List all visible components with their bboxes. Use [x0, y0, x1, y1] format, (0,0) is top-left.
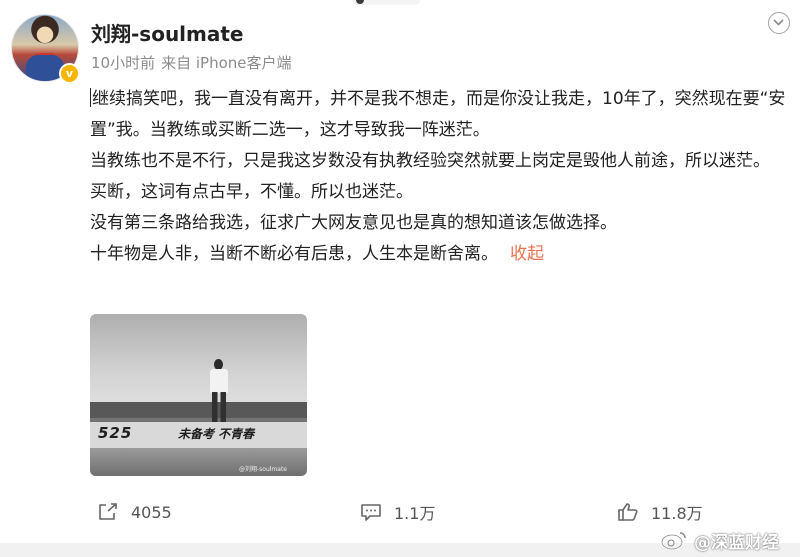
post-source: 来自 iPhone客户端 — [161, 54, 292, 72]
post-text: 继续搞笑吧，我一直没有离开，并不是我不想走，而是你没让我走，10年了，突然现在要… — [90, 84, 790, 270]
post-paragraph: 买断，这词有点古早，不懂。所以也迷茫。 — [90, 182, 413, 202]
post-time[interactable]: 10小时前 — [91, 54, 155, 72]
post-paragraph: 继续搞笑吧，我一直没有离开，并不是我不想走，而是你没让我走，10年了，突然现在要… — [90, 84, 790, 146]
graffiti-text: 未备考 不青春 — [178, 427, 255, 441]
post-paragraph: 没有第三条路给我选，征求广大网友意见也是真的想知道该怎做选择。 — [90, 213, 617, 233]
post-meta: 10小时前 来自 iPhone客户端 — [91, 52, 292, 73]
graffiti-left-text: 525 — [98, 424, 133, 442]
paragraph-text: 十年物是人非，当断不断必有后患，人生本是断舍离。 — [90, 244, 498, 264]
like-button[interactable]: 11.8万 — [617, 497, 703, 527]
thumbs-up-icon — [618, 503, 638, 521]
top-peek-element — [352, 0, 420, 5]
avatar-shirt — [26, 55, 64, 81]
post-paragraph: 当教练也不是不行，只是我这岁数没有执教经验突然就要上岗定是毁他人前途，所以迷茫。 — [90, 151, 770, 171]
author-name[interactable]: 刘翔-soulmate — [91, 18, 244, 47]
collapse-link[interactable]: 收起 — [510, 244, 544, 264]
share-icon — [99, 503, 117, 520]
person-legs — [212, 392, 226, 422]
comment-button[interactable]: 1.1万 — [360, 497, 435, 527]
chevron-down-icon — [773, 19, 784, 26]
image-watermark: @刘翔-soulmate — [239, 466, 287, 473]
sea-horizon — [90, 402, 307, 418]
comment-icon — [361, 504, 381, 521]
repost-count: 4055 — [131, 502, 172, 522]
peek-dot — [356, 0, 364, 4]
post-paragraph: 十年物是人非，当断不断必有后患，人生本是断舍离。 收起 — [90, 239, 790, 270]
paragraph-text: 继续搞笑吧，我一直没有离开，并不是我不想走，而是你没让我走，10年了，突然现在要… — [90, 89, 786, 140]
source-watermark: @深蓝财经 — [660, 528, 779, 553]
person-body — [210, 369, 228, 393]
comment-count: 1.1万 — [394, 504, 436, 523]
more-options-button[interactable] — [768, 12, 790, 34]
post-image[interactable]: 525 未备考 不青春 @刘翔-soulmate — [90, 314, 307, 476]
weibo-logo-icon — [661, 532, 686, 550]
repost-button[interactable]: 4055 — [97, 497, 172, 527]
like-count: 11.8万 — [651, 504, 703, 523]
text-cursor — [90, 88, 91, 107]
verified-badge-icon: v — [59, 63, 80, 84]
watermark-text: @深蓝财经 — [694, 532, 779, 553]
